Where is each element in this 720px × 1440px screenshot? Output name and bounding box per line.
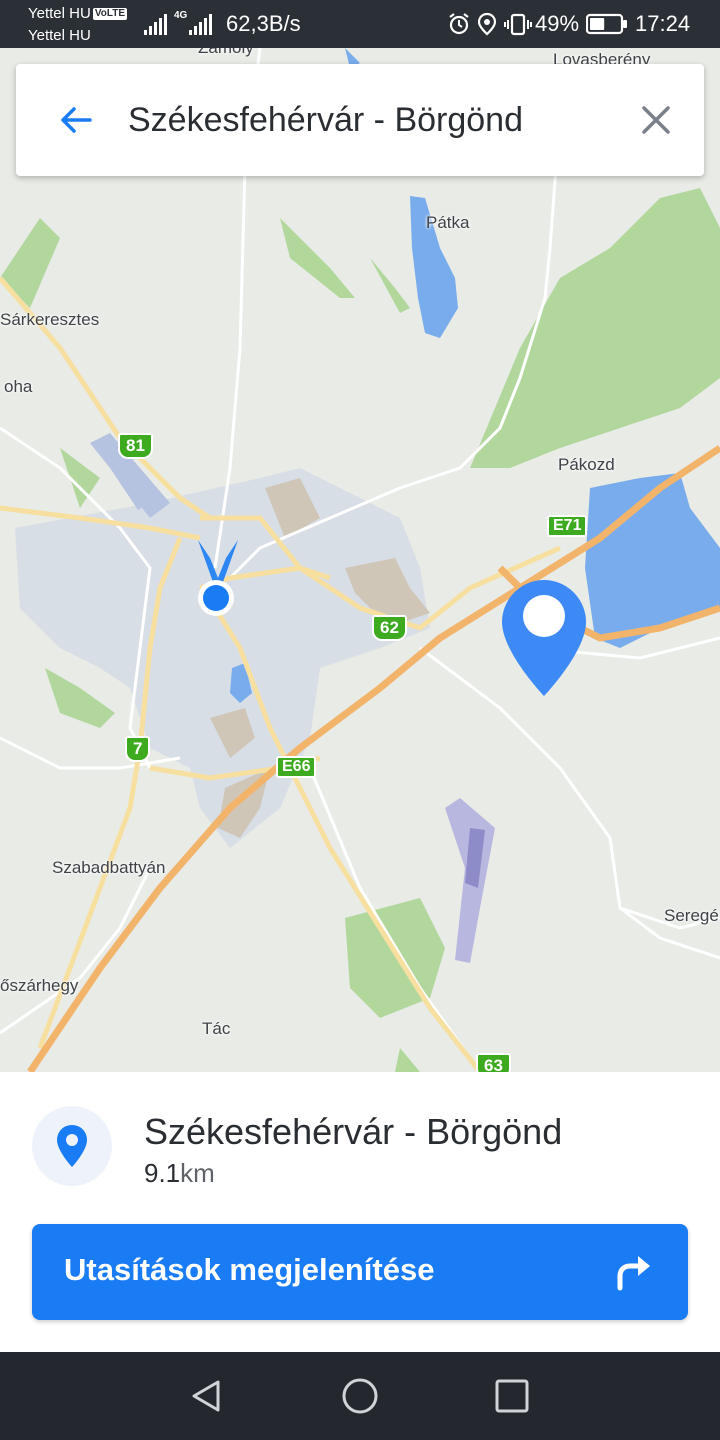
map-label-sarkeresztes: Sárkeresztes bbox=[0, 310, 100, 329]
nav-recents-button[interactable] bbox=[492, 1376, 532, 1416]
arrow-back-icon bbox=[61, 107, 92, 133]
directions-button-label: Utasítások megjelenítése bbox=[64, 1252, 435, 1287]
road-shield-7: 7 bbox=[125, 736, 151, 762]
map-label-tac: Tác bbox=[202, 1019, 231, 1038]
close-icon bbox=[642, 106, 670, 134]
road-shield-81: 81 bbox=[118, 433, 153, 459]
show-directions-button[interactable]: Utasítások megjelenítése bbox=[32, 1224, 688, 1320]
map-canvas bbox=[0, 48, 720, 1072]
nav-back-button[interactable] bbox=[186, 1376, 226, 1416]
volte-badge: VoLTE bbox=[92, 8, 127, 20]
square-recents-icon bbox=[495, 1379, 529, 1413]
road-shield-62: 62 bbox=[372, 615, 407, 641]
location-icon bbox=[477, 12, 497, 36]
signal-strength-icon bbox=[144, 14, 167, 35]
battery-percent: 49% bbox=[535, 11, 580, 36]
airfield bbox=[445, 798, 495, 963]
distance-value: 9.1 bbox=[144, 1158, 181, 1188]
road-shield-63: 63 bbox=[476, 1053, 511, 1072]
triangle-back-icon bbox=[192, 1380, 220, 1412]
circle-home-icon bbox=[342, 1378, 378, 1414]
nav-home-button[interactable] bbox=[340, 1376, 380, 1416]
vibrate-icon bbox=[504, 13, 532, 36]
alarm-icon bbox=[449, 13, 469, 35]
place-distance: 9.1km bbox=[144, 1158, 215, 1189]
clock: 17:24 bbox=[635, 11, 691, 36]
road-shield-e71: E71 bbox=[547, 515, 588, 537]
map-view[interactable]: Zámoly Lovasberény Pátka Sárkeresztes oh… bbox=[0, 48, 720, 1072]
data-speed: 62,3B/s bbox=[226, 11, 301, 36]
search-bar: Székesfehérvár - Börgönd bbox=[16, 64, 704, 176]
carrier-name-1: Yettel HU bbox=[28, 5, 91, 22]
clear-search-button[interactable] bbox=[636, 100, 676, 140]
road-shield-e66: E66 bbox=[276, 756, 317, 778]
map-label-pakozd: Pákozd bbox=[558, 455, 615, 474]
place-details-panel: Székesfehérvár - Börgönd 9.1km Utasításo… bbox=[0, 1072, 720, 1352]
map-label-zamoly: Zámoly bbox=[198, 48, 254, 58]
network-type-label: 4G bbox=[174, 10, 188, 21]
status-bar: Yettel HU VoLTE Yettel HU 4G 62,3B/s 49% … bbox=[0, 0, 720, 48]
turn-right-arrow-icon bbox=[617, 1256, 650, 1291]
search-input[interactable]: Székesfehérvár - Börgönd bbox=[128, 100, 523, 140]
destination-pin-icon bbox=[502, 580, 586, 696]
carrier-name-2: Yettel HU bbox=[28, 27, 91, 44]
map-label-urhida: őszárhegy bbox=[0, 976, 79, 995]
map-label-szabadbattyan: Szabadbattyán bbox=[52, 858, 166, 877]
carrier-line-1: Yettel HU VoLTE bbox=[28, 5, 127, 23]
place-name: Székesfehérvár - Börgönd bbox=[144, 1111, 563, 1152]
map-label-moha: oha bbox=[4, 377, 33, 396]
battery-icon bbox=[586, 13, 627, 35]
back-button[interactable] bbox=[56, 100, 96, 140]
map-label-seregelyes: Seregé bbox=[664, 906, 719, 925]
distance-unit: km bbox=[180, 1158, 215, 1188]
signal-strength-2-icon bbox=[189, 14, 212, 35]
system-navigation-bar bbox=[0, 1352, 720, 1440]
map-label-patka: Pátka bbox=[426, 213, 470, 232]
place-icon-container bbox=[32, 1106, 112, 1186]
location-pin-icon bbox=[57, 1125, 87, 1167]
